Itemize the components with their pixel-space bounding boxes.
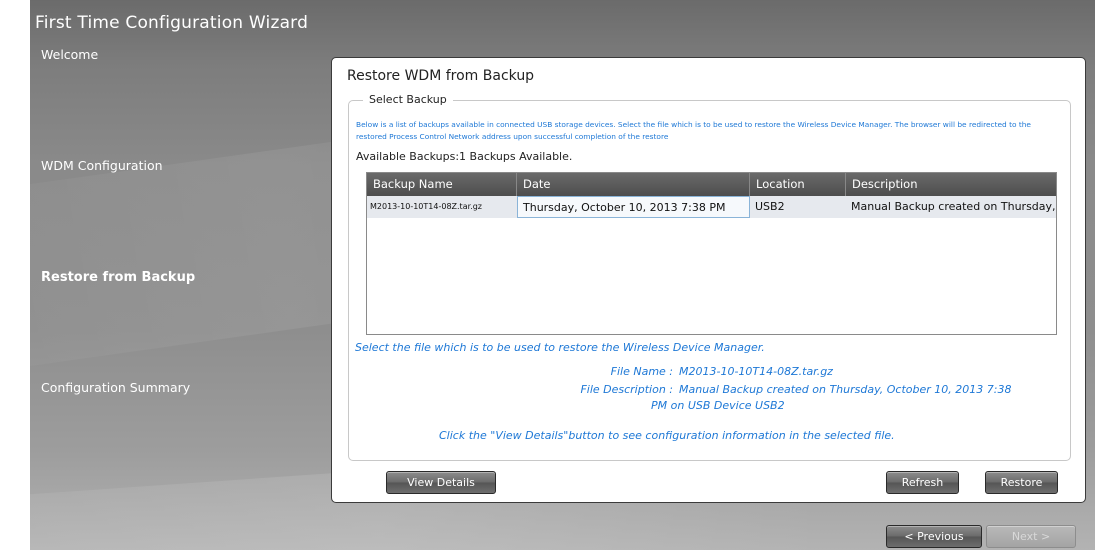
available-backups-label: Available Backups: bbox=[356, 150, 460, 163]
column-header-description[interactable]: Description bbox=[846, 173, 1056, 196]
column-header-location[interactable]: Location bbox=[750, 173, 846, 196]
table-row[interactable]: M2013-10-10T14-08Z.tar.gz Thursday, Octo… bbox=[367, 196, 1056, 218]
backup-description-text: Below is a list of backups available in … bbox=[356, 120, 1031, 141]
view-details-hint: Click the "View Details"button to see co… bbox=[439, 429, 895, 442]
available-backups: Available Backups:1 Backups Available. bbox=[356, 150, 572, 163]
select-backup-group: Select Backup Below is a list of backups… bbox=[348, 93, 1071, 461]
cell-backup-name[interactable]: M2013-10-10T14-08Z.tar.gz bbox=[367, 196, 517, 218]
cell-location[interactable]: USB2 bbox=[750, 196, 846, 218]
view-details-button[interactable]: View Details bbox=[386, 471, 496, 494]
available-backups-value: 1 Backups Available. bbox=[459, 150, 573, 163]
file-name-label: File Name : bbox=[610, 365, 673, 378]
cell-description[interactable]: Manual Backup created on Thursday, Octob… bbox=[846, 196, 1056, 218]
file-description-label: File Description : bbox=[580, 383, 673, 396]
panel-title: Restore WDM from Backup bbox=[347, 68, 535, 84]
file-name-value: M2013-10-10T14-08Z.tar.gz bbox=[679, 365, 833, 378]
refresh-button[interactable]: Refresh bbox=[886, 471, 959, 494]
next-button[interactable]: Next > bbox=[986, 525, 1076, 548]
column-header-backup-name[interactable]: Backup Name bbox=[367, 173, 517, 196]
select-backup-legend: Select Backup bbox=[363, 93, 453, 106]
wizard-title: First Time Configuration Wizard bbox=[35, 13, 309, 33]
restore-button[interactable]: Restore bbox=[985, 471, 1058, 494]
file-description-value-line2: PM on USB Device USB2 bbox=[651, 399, 785, 412]
cell-date[interactable]: Thursday, October 10, 2013 7:38 PM bbox=[517, 196, 750, 218]
file-description-value-line1: Manual Backup created on Thursday, Octob… bbox=[679, 383, 1012, 396]
column-header-date[interactable]: Date bbox=[517, 173, 750, 196]
step-configuration-summary[interactable]: Configuration Summary bbox=[41, 380, 190, 395]
backups-table[interactable]: Backup Name Date Location Description M2… bbox=[366, 172, 1057, 335]
table-header: Backup Name Date Location Description bbox=[367, 173, 1056, 196]
restore-panel: Restore WDM from Backup Select Backup Be… bbox=[331, 57, 1086, 503]
step-welcome[interactable]: Welcome bbox=[41, 47, 98, 62]
step-restore-from-backup[interactable]: Restore from Backup bbox=[41, 270, 195, 285]
previous-button[interactable]: < Previous bbox=[886, 525, 982, 548]
step-wdm-configuration[interactable]: WDM Configuration bbox=[41, 158, 163, 173]
wizard-window: First Time Configuration Wizard Welcome … bbox=[30, 0, 1095, 550]
select-file-instruction: Select the file which is to be used to r… bbox=[355, 341, 765, 354]
